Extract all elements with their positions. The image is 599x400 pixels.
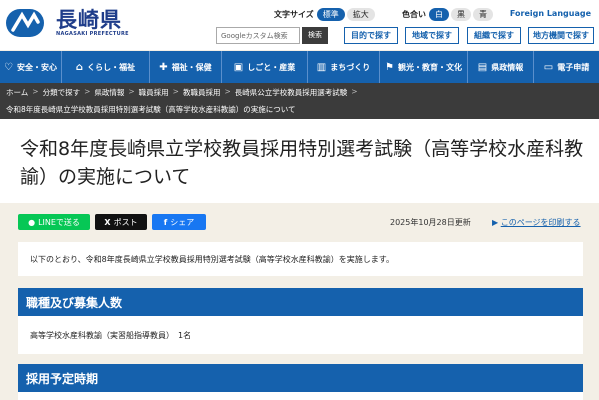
search-input[interactable]: Googleカスタム検索 — [216, 27, 300, 44]
breadcrumb-separator: > — [32, 87, 39, 96]
nav-label: まちづくり — [330, 62, 371, 72]
find-by-local-office-button[interactable]: 地方機関で探す — [528, 27, 594, 44]
section-body-positions: 高等学校水産科教諭（実習船指導教員） 1名 — [18, 316, 583, 354]
stethoscope-icon: ✚ — [159, 61, 168, 73]
color-label: 色合い — [402, 10, 426, 19]
page-title: 令和8年度長崎県立学校教員採用特別選考試験（高等学校水産科教諭）の実施について — [20, 138, 584, 188]
share-facebook-button[interactable]: f シェア — [152, 214, 206, 230]
breadcrumb-current: 令和8年度長崎県立学校教員採用特別選考試験（高等学校水産科教諭）の実施について — [6, 105, 296, 114]
nav-item-town[interactable]: ▥ まちづくり — [308, 51, 380, 83]
nav-item-work[interactable]: ▣ しごと・産業 — [222, 51, 308, 83]
nav-label: しごと・産業 — [247, 62, 296, 72]
nav-label: くらし・福祉 — [87, 62, 136, 72]
document-icon: ▤ — [477, 61, 488, 73]
nav-label: 県政情報 — [491, 62, 524, 72]
foreign-language-link[interactable]: Foreign Language — [510, 9, 591, 18]
nav-item-welfare[interactable]: ✚ 福祉・保健 — [150, 51, 222, 83]
find-by-purpose-button[interactable]: 目的で探す — [344, 27, 398, 44]
font-size-large-button[interactable]: 拡大 — [346, 8, 375, 21]
share-x-button[interactable]: X ポスト — [95, 214, 147, 230]
breadcrumb-exam[interactable]: 長崎県公立学校教員採用選考試験 — [235, 87, 348, 98]
breadcrumb-category[interactable]: 分類で探す — [43, 87, 81, 98]
nav-label: 電子申請 — [557, 62, 590, 72]
prefecture-emblem-icon — [6, 8, 52, 38]
logo-subtitle: NAGASAKI PREFECTURE — [56, 31, 129, 37]
nav-item-safety[interactable]: ♡ 安全・安心 — [0, 51, 62, 83]
breadcrumb-separator: > — [84, 87, 91, 96]
line-icon: ● — [28, 217, 36, 227]
font-size-standard-button[interactable]: 標準 — [316, 8, 345, 21]
nav-item-living[interactable]: ⌂ くらし・福祉 — [62, 51, 150, 83]
nav-item-e-application[interactable]: ▭ 電子申請 — [534, 51, 599, 83]
color-black-button[interactable]: 黒 — [451, 8, 471, 21]
site-logo[interactable]: 長崎県 NAGASAKI PREFECTURE — [6, 8, 129, 38]
breadcrumb-government[interactable]: 県政情報 — [94, 87, 124, 98]
section-body-schedule — [18, 392, 583, 400]
share-line-button[interactable]: ● LINEで送る — [18, 214, 90, 230]
find-by-region-button[interactable]: 地域で探す — [405, 27, 459, 44]
nav-label: 福祉・保健 — [171, 62, 212, 72]
breadcrumb-separator: > — [172, 87, 179, 96]
share-line-label: LINEで送る — [38, 217, 80, 227]
print-label: このページを印刷する — [500, 218, 581, 227]
color-white-button[interactable]: 白 — [429, 8, 449, 21]
facebook-icon: f — [163, 217, 168, 227]
flag-icon: ⚑ — [385, 61, 394, 73]
logo-title: 長崎県 — [56, 8, 122, 32]
breadcrumb-teacher-recruit[interactable]: 教職員採用 — [183, 87, 221, 98]
section-heading-positions: 職種及び募集人数 — [18, 288, 583, 316]
page-title-area: 令和8年度長崎県立学校教員採用特別選考試験（高等学校水産科教諭）の実施について — [0, 119, 599, 203]
nav-label: 安全・安心 — [16, 62, 57, 72]
updated-date: 2025年10月28日更新 — [390, 218, 471, 227]
share-facebook-label: シェア — [170, 217, 195, 227]
share-x-label: ポスト — [113, 217, 138, 227]
search-button[interactable]: 検索 — [302, 27, 328, 44]
briefcase-icon: ▣ — [233, 61, 244, 73]
nav-label: 観光・教育・文化 — [397, 62, 462, 72]
font-size-label: 文字サイズ — [274, 10, 314, 19]
breadcrumb-separator: > — [224, 87, 231, 96]
shield-heart-icon: ♡ — [4, 61, 13, 73]
find-by-org-button[interactable]: 組織で探す — [467, 27, 521, 44]
site-header: 長崎県 NAGASAKI PREFECTURE 文字サイズ 標準 拡大 色合い … — [0, 0, 599, 50]
intro-text: 以下のとおり、令和8年度長崎県立学校教員採用特別選考試験（高等学校水産科教諭）を… — [18, 242, 583, 276]
breadcrumb-separator: > — [351, 87, 358, 96]
color-blue-button[interactable]: 青 — [473, 8, 493, 21]
city-icon: ▥ — [316, 61, 327, 73]
x-icon: X — [104, 217, 111, 227]
print-link[interactable]: ▶ このページを印刷する — [492, 217, 581, 228]
laptop-icon: ▭ — [543, 61, 554, 73]
color-switcher: 色合い 白 黒 青 — [402, 8, 495, 21]
section-heading-schedule: 採用予定時期 — [18, 364, 583, 392]
nav-item-government[interactable]: ▤ 県政情報 — [468, 51, 534, 83]
breadcrumb: ホーム > 分類で探す > 県政情報 > 職員採用 > 教職員採用 > 長崎県公立学校教員… — [0, 83, 599, 119]
print-icon: ▶ — [492, 218, 501, 227]
global-nav: ♡ 安全・安心 ⌂ くらし・福祉 ✚ 福祉・保健 ▣ しごと・産業 ▥ まちづく… — [0, 51, 599, 83]
breadcrumb-home[interactable]: ホーム — [6, 87, 28, 98]
breadcrumb-separator: > — [128, 87, 135, 96]
nav-item-tourism[interactable]: ⚑ 観光・教育・文化 — [380, 51, 468, 83]
font-size-switcher: 文字サイズ 標準 拡大 — [274, 8, 377, 21]
breadcrumb-staff-recruit[interactable]: 職員採用 — [139, 87, 169, 98]
home-icon: ⌂ — [75, 61, 84, 73]
